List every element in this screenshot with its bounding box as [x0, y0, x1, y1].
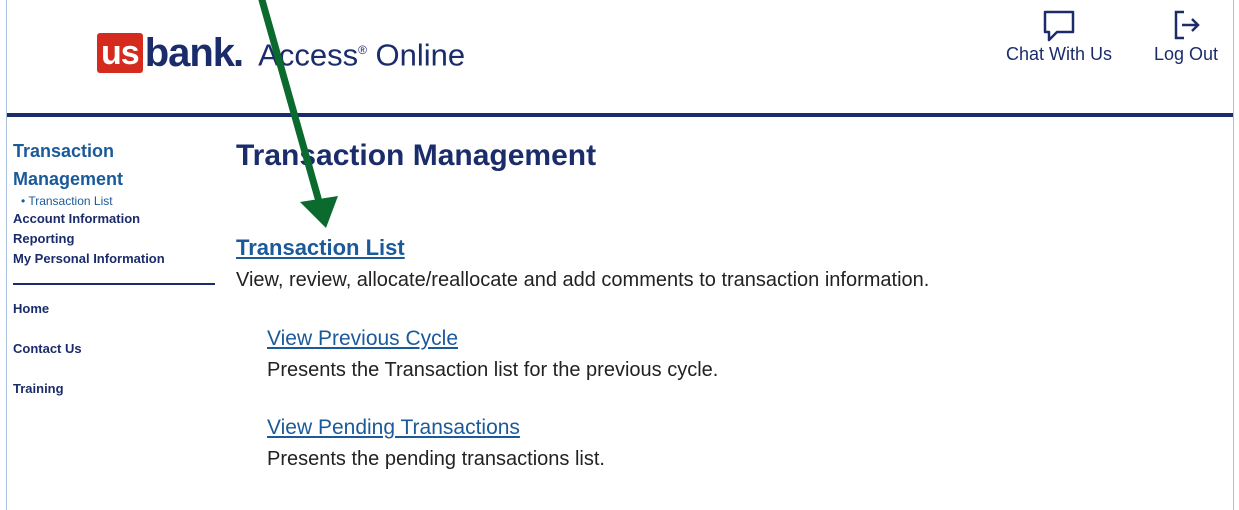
- header-divider: [7, 113, 1233, 117]
- page-title: Transaction Management: [236, 139, 597, 172]
- chat-label: Chat With Us: [1005, 44, 1113, 64]
- sidebar-item-reporting[interactable]: Reporting: [13, 229, 215, 249]
- logout-label: Log Out: [1153, 44, 1219, 64]
- sidebar: Transaction Management • Transaction Lis…: [13, 137, 215, 399]
- view-previous-cycle-link[interactable]: View Previous Cycle: [267, 327, 458, 351]
- page-frame: us bank . Access® Online Chat With Us Lo…: [6, 0, 1234, 510]
- product-reg-mark: ®: [358, 43, 367, 58]
- log-out-button[interactable]: Log Out: [1146, 8, 1226, 65]
- sidebar-item-training[interactable]: Training: [13, 379, 215, 399]
- transaction-list-link[interactable]: Transaction List: [236, 235, 405, 261]
- chat-bubble-icon: [1043, 10, 1075, 42]
- view-pending-transactions-description: Presents the pending transactions list.: [267, 448, 605, 470]
- sidebar-divider: [13, 283, 215, 285]
- product-online: Online: [366, 37, 466, 73]
- product-name: Access® Online: [258, 30, 465, 75]
- logo-bank-text: bank: [144, 31, 235, 75]
- logo-us-mark: us: [97, 33, 143, 73]
- sidebar-item-contact-us[interactable]: Contact Us: [13, 339, 215, 359]
- view-previous-cycle-description: Presents the Transaction list for the pr…: [267, 359, 719, 381]
- sidebar-item-account-information[interactable]: Account Information: [13, 209, 215, 229]
- logo-dot: .: [233, 31, 245, 75]
- view-pending-transactions-link[interactable]: View Pending Transactions: [267, 416, 520, 440]
- main-content: Transaction Management Transaction List …: [236, 137, 1226, 470]
- chat-with-us-button[interactable]: Chat With Us: [1001, 8, 1117, 65]
- sidebar-item-my-personal-information[interactable]: My Personal Information: [13, 249, 215, 269]
- logout-icon: [1174, 10, 1200, 40]
- product-access: Access: [258, 37, 359, 73]
- sidebar-item-home[interactable]: Home: [13, 299, 215, 319]
- sidebar-item-transaction-management[interactable]: Transaction Management: [13, 137, 215, 193]
- transaction-list-description: View, review, allocate/reallocate and ad…: [236, 269, 930, 291]
- sidebar-item-transaction-list[interactable]: • Transaction List: [21, 193, 215, 209]
- header: us bank . Access® Online Chat With Us Lo…: [7, 0, 1233, 113]
- usbank-logo[interactable]: us bank . Access® Online: [97, 30, 465, 76]
